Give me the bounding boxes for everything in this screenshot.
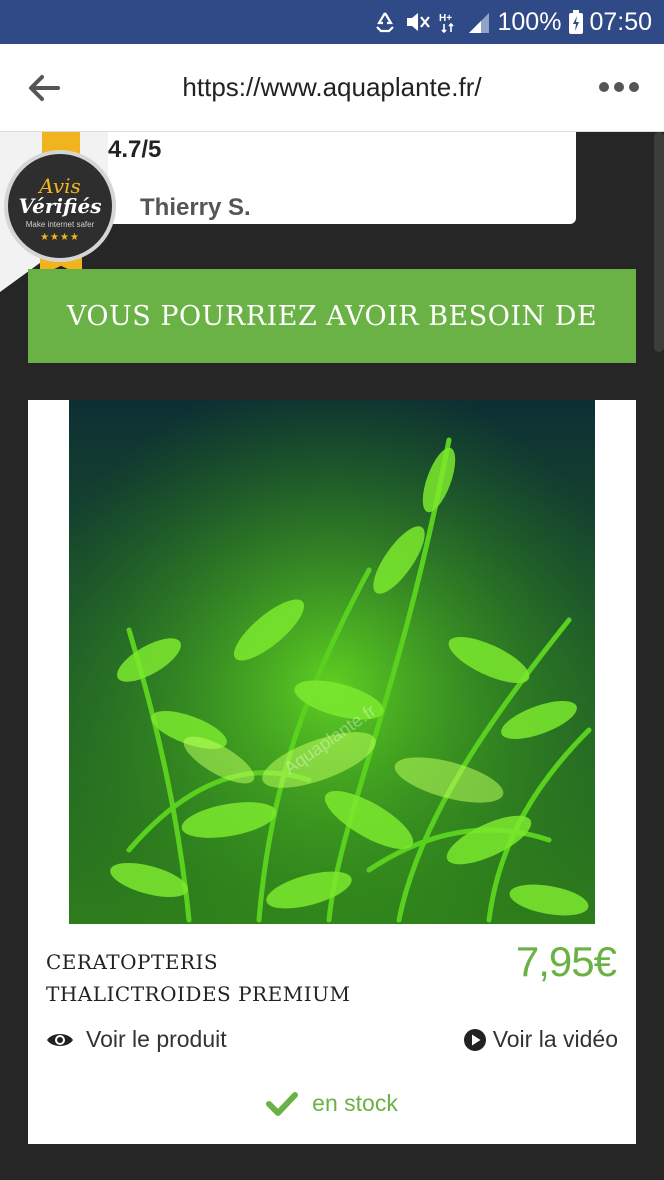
badge-stars: ★★★★ <box>40 232 80 243</box>
badge-line3: Make internet safer <box>25 220 95 229</box>
play-icon <box>463 1028 487 1052</box>
url-field[interactable]: https://www.aquaplante.fr/ <box>0 72 664 103</box>
signal-icon <box>467 11 491 33</box>
avis-verifies-badge[interactable]: Avis Vérifiés Make internet safer ★★★★ <box>0 132 120 280</box>
clock: 07:50 <box>589 7 652 36</box>
stock-label: en stock <box>312 1090 398 1116</box>
more-icon[interactable] <box>598 80 640 92</box>
view-video-link[interactable]: Voir la vidéo <box>463 1026 618 1053</box>
view-product-label: Voir le produit <box>86 1026 227 1052</box>
view-product-link[interactable]: Voir le produit <box>46 1026 227 1053</box>
status-bar: H+ 100% 07:50 <box>0 0 664 44</box>
section-title: VOUS POURRIEZ AVOIR BESOIN DE <box>66 300 598 332</box>
browser-address-bar: https://www.aquaplante.fr/ <box>0 44 664 132</box>
badge-line2: Vérifiés <box>18 194 102 218</box>
battery-icon <box>569 10 584 34</box>
view-video-label: Voir la vidéo <box>492 1026 618 1052</box>
product-card[interactable]: Aquaplante.fr CERATOPTERIS THALICTROIDES… <box>28 400 636 1144</box>
page-content: 4.7/5 Thierry S. Avis Vérifiés Make inte… <box>0 132 664 1180</box>
badge-disc: Avis Vérifiés Make internet safer ★★★★ <box>4 150 116 262</box>
product-name-line2: THALICTROIDES PREMIUM <box>46 982 351 1006</box>
eye-icon <box>46 1030 74 1050</box>
stock-status: en stock <box>28 1090 636 1117</box>
product-name-line1: CERATOPTERIS <box>46 950 219 974</box>
reviewer-name: Thierry S. <box>140 194 251 221</box>
product-name[interactable]: CERATOPTERIS THALICTROIDES PREMIUM <box>46 946 406 1010</box>
product-image[interactable]: Aquaplante.fr <box>69 400 595 924</box>
mute-icon <box>405 11 431 33</box>
check-icon <box>266 1091 299 1117</box>
svg-text:H+: H+ <box>439 13 452 24</box>
recycle-icon <box>373 11 397 33</box>
product-price: 7,95€ <box>515 938 617 985</box>
scrollbar[interactable] <box>654 132 664 352</box>
section-banner: VOUS POURRIEZ AVOIR BESOIN DE <box>28 269 636 363</box>
network-hplus-icon: H+ <box>439 10 459 34</box>
battery-percent: 100% <box>497 7 562 36</box>
